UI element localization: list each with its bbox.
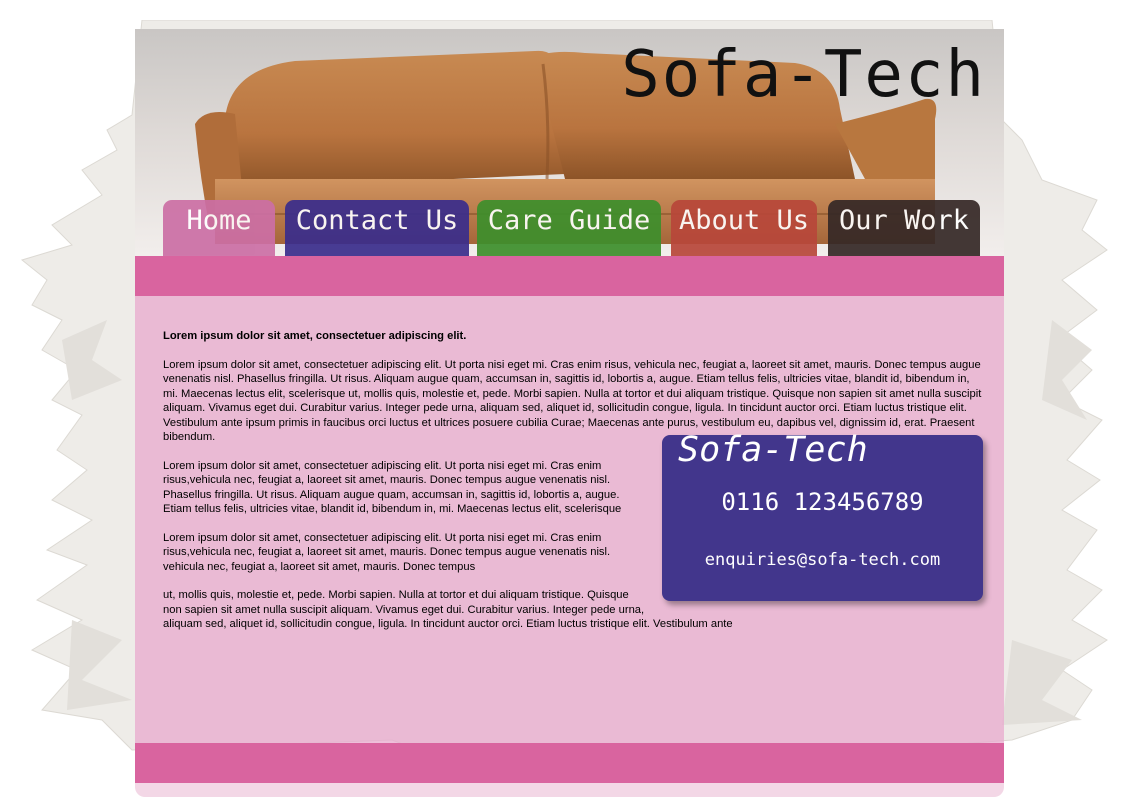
card-email[interactable]: enquiries@sofa-tech.com (662, 551, 983, 567)
content-body: Lorem ipsum dolor sit amet, consectetuer… (163, 329, 983, 646)
header-banner: Sofa-Tech Home Contact Us Care Guide Abo… (135, 29, 1004, 256)
nav-tab-contact-us[interactable]: Contact Us (285, 200, 469, 256)
footer-strip (135, 783, 1004, 797)
nav-tab-our-work[interactable]: Our Work (828, 200, 980, 256)
top-band (135, 256, 1004, 296)
card-title: Sofa-Tech (678, 429, 868, 470)
site-title: Sofa-Tech (621, 38, 986, 112)
nav-tab-about-us[interactable]: About Us (671, 200, 817, 256)
card-phone: 0116 123456789 (721, 487, 924, 516)
contact-card: Sofa-Tech 0116 123456789 enquiries@sofa-… (662, 429, 983, 601)
nav-tab-care-guide[interactable]: Care Guide (477, 200, 661, 256)
lead-heading: Lorem ipsum dolor sit amet, consectetuer… (163, 330, 467, 342)
main-content: Lorem ipsum dolor sit amet, consectetuer… (135, 296, 1004, 743)
nav-tab-home[interactable]: Home (163, 200, 275, 256)
bottom-band (135, 743, 1004, 783)
page-container: Sofa-Tech Home Contact Us Care Guide Abo… (135, 29, 1004, 797)
